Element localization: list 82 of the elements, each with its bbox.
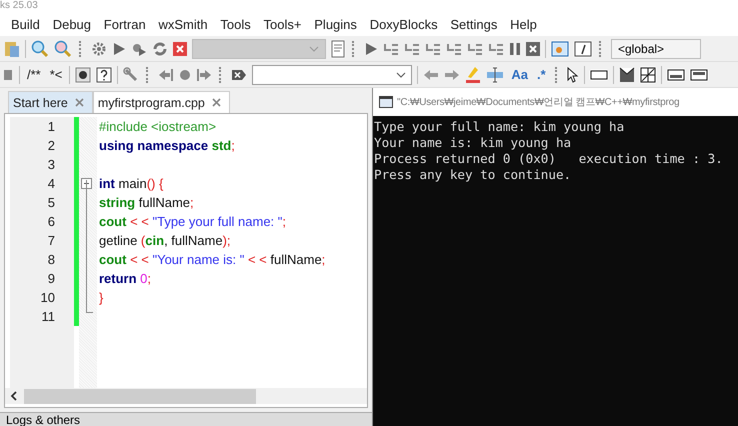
help-icon[interactable] (96, 66, 112, 82)
menu-item[interactable]: Build (11, 16, 46, 32)
forward-arrow-icon[interactable] (444, 68, 460, 80)
search-icon[interactable] (31, 40, 49, 58)
console-output-line: Process returned 0 (0x0) execution time : 3. (374, 151, 724, 167)
rectangle-icon[interactable] (590, 70, 608, 80)
code-line: return 0; (99, 271, 152, 286)
debug-run-icon[interactable] (364, 40, 378, 56)
pause-icon[interactable] (509, 42, 521, 56)
code-line: #include <iostream> (99, 119, 216, 134)
code-line: using namespace std; (99, 138, 235, 153)
next-bookmark-icon[interactable] (196, 68, 212, 82)
line-number: 1 (46, 118, 56, 136)
previous-bookmark-icon[interactable] (158, 68, 174, 82)
stop-icon[interactable] (526, 42, 540, 56)
menu-item[interactable]: Help (504, 16, 544, 32)
grid-box-icon[interactable] (640, 66, 656, 82)
scroll-left-icon[interactable] (10, 391, 18, 401)
window-title: ks 25.03 (0, 0, 38, 12)
line-number: 5 (46, 194, 56, 212)
pointer-icon[interactable] (566, 66, 579, 82)
text-cursor-icon[interactable] (486, 66, 504, 82)
line-number: 8 (46, 251, 56, 269)
code-line: int main() { (99, 176, 164, 191)
code-line: cout < < "Your name is: " < < fullName; (99, 252, 326, 267)
abort-icon[interactable] (173, 42, 187, 56)
bookmark-dot-icon[interactable] (179, 68, 192, 80)
console-output-line: Press any key to continue. (374, 167, 572, 183)
comment-button[interactable]: /** (25, 67, 43, 82)
replace-icon[interactable] (54, 40, 72, 58)
frame-icon[interactable] (690, 68, 708, 80)
menu-item[interactable]: Settings (444, 16, 504, 32)
line-number: 3 (46, 156, 56, 174)
code-line: cout < < "Type your full name: "; (99, 214, 286, 229)
line-number: 2 (46, 137, 56, 155)
split-box-icon[interactable] (618, 66, 635, 82)
scrollbar-thumb[interactable] (24, 388, 256, 404)
match-option-button[interactable]: Aa (509, 67, 530, 82)
search-combo-field[interactable] (252, 64, 412, 84)
caret-icon (309, 46, 319, 52)
menu-item[interactable]: Tools+ (257, 16, 308, 32)
editor-tab[interactable]: Start here (8, 91, 93, 113)
code-line: } (99, 290, 104, 305)
menu-item[interactable]: wxSmith (152, 16, 214, 32)
document-icon[interactable] (331, 40, 345, 58)
close-icon[interactable] (212, 98, 221, 107)
back-arrow-icon[interactable] (423, 68, 440, 80)
record-icon[interactable] (75, 66, 92, 82)
caret-icon (396, 72, 406, 78)
clear-icon[interactable] (231, 68, 248, 80)
editor-tab[interactable]: myfirstprogram.cpp (92, 91, 230, 113)
rebuild-icon[interactable] (152, 40, 168, 56)
scope-dropdown[interactable]: <global> (611, 38, 701, 58)
debug-window-icon[interactable] (551, 40, 569, 56)
line-number: 10 (40, 289, 56, 307)
wrench-icon[interactable] (123, 66, 140, 82)
fold-collapse-icon[interactable] (81, 178, 92, 189)
match-option-button[interactable]: .* (535, 67, 548, 82)
line-number: 4 (46, 175, 56, 193)
menu-item[interactable]: Tools (214, 16, 258, 32)
frame-icon[interactable] (666, 68, 685, 80)
info-window-icon[interactable] (574, 40, 592, 56)
code-line: getline (cin, fullName); (99, 233, 231, 248)
highlight-pen-icon[interactable] (465, 66, 482, 84)
menu-item[interactable]: Debug (46, 16, 98, 32)
line-number: 9 (46, 270, 56, 288)
code-line: string fullName; (99, 195, 194, 210)
line-number: 7 (46, 232, 56, 250)
comment-button[interactable]: *< (48, 67, 64, 82)
run-icon[interactable] (112, 40, 126, 56)
line-number: 6 (46, 213, 56, 231)
console-title: "C:₩Users₩jeime₩Documents₩언리얼 캠프₩C++₩myfirstprog (397, 96, 680, 109)
line-number: 11 (40, 308, 56, 326)
gear-icon[interactable] (91, 40, 107, 56)
menu-item[interactable]: Fortran (97, 16, 152, 32)
console-output-line: Type your full name: kim young ha (374, 119, 626, 135)
close-icon[interactable] (74, 98, 84, 107)
paste-icon[interactable] (4, 40, 20, 58)
console-app-icon (379, 96, 393, 108)
menu-item[interactable]: DoxyBlocks (363, 16, 444, 32)
console-output-line: Your name is: kim young ha (374, 135, 572, 151)
menu-item[interactable]: Plugins (308, 16, 364, 32)
